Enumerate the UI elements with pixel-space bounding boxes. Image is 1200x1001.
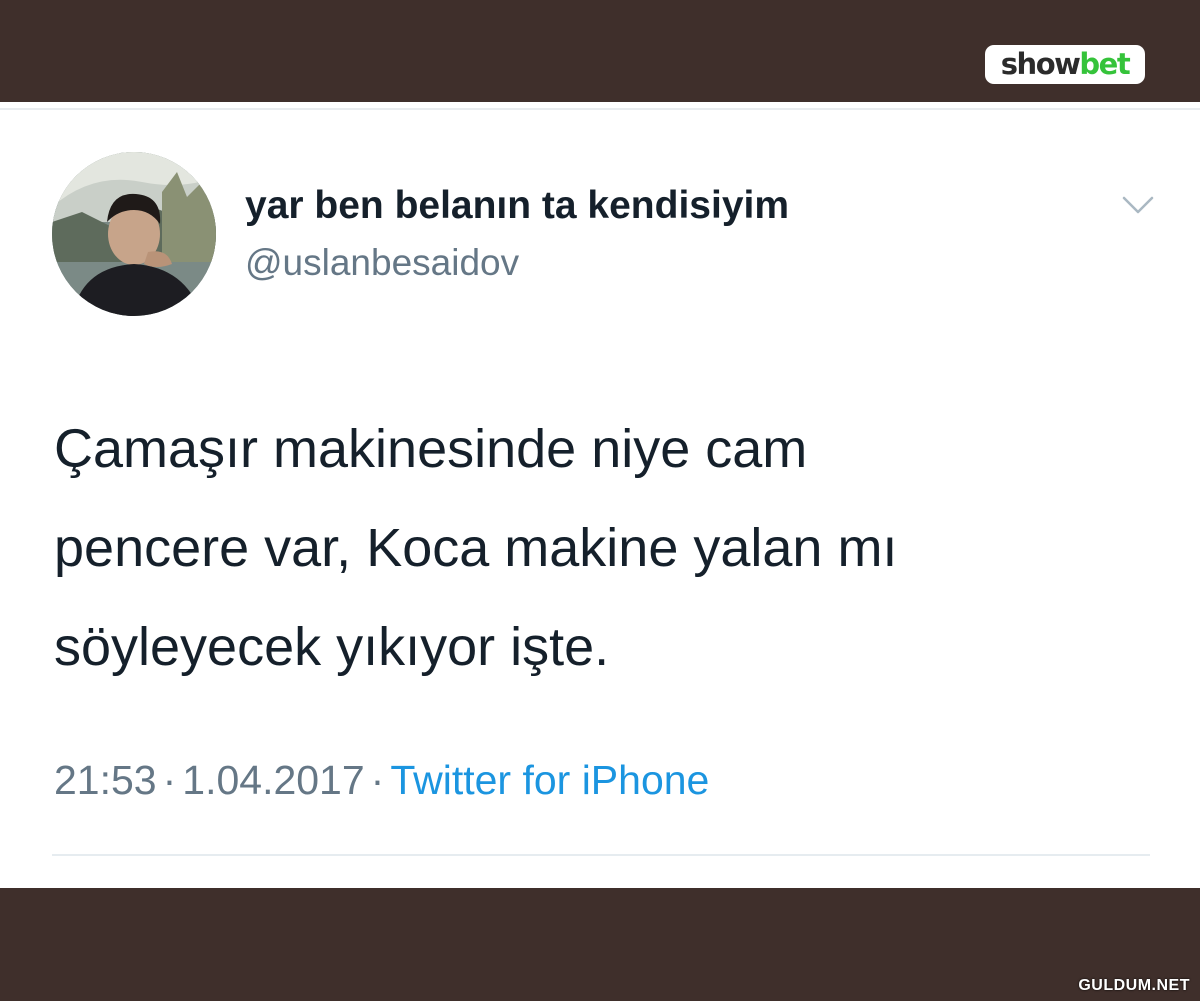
chevron-down-icon[interactable] [1118,192,1158,218]
tweet-meta: 21:53 · 1.04.2017 · Twitter for iPhone [54,757,709,804]
divider [0,108,1200,110]
tweet-date[interactable]: 1.04.2017 [182,757,364,803]
tweet-card: yar ben belanın ta kendisiyim @uslanbesa… [0,102,1200,888]
top-bar: show bet [0,0,1200,102]
tweet-text-line: söyleyecek yıkıyor işte. [54,617,610,677]
watermark: GULDUM.NET [1078,977,1190,994]
divider [52,854,1150,856]
logo-text-bet: bet [1079,47,1130,81]
avatar[interactable] [52,152,216,316]
tweet-text-line: pencere var, Koca makine yalan mı [54,518,898,578]
meta-separator: · [370,757,385,803]
tweet-text: Çamaşır makinesinde niye cam pencere var… [54,400,1134,697]
author-handle[interactable]: @uslanbesaidov [245,242,519,284]
showbet-logo[interactable]: show bet [985,45,1145,84]
tweet-text-line: Çamaşır makinesinde niye cam [54,419,808,479]
logo-text-show: show [1000,47,1081,81]
tweet-time[interactable]: 21:53 [54,757,157,803]
bottom-bar: GULDUM.NET [0,888,1200,1001]
avatar-photo-icon [52,152,216,316]
meta-separator: · [162,757,177,803]
tweet-source-link[interactable]: Twitter for iPhone [390,757,709,803]
author-name[interactable]: yar ben belanın ta kendisiyim [245,184,789,228]
